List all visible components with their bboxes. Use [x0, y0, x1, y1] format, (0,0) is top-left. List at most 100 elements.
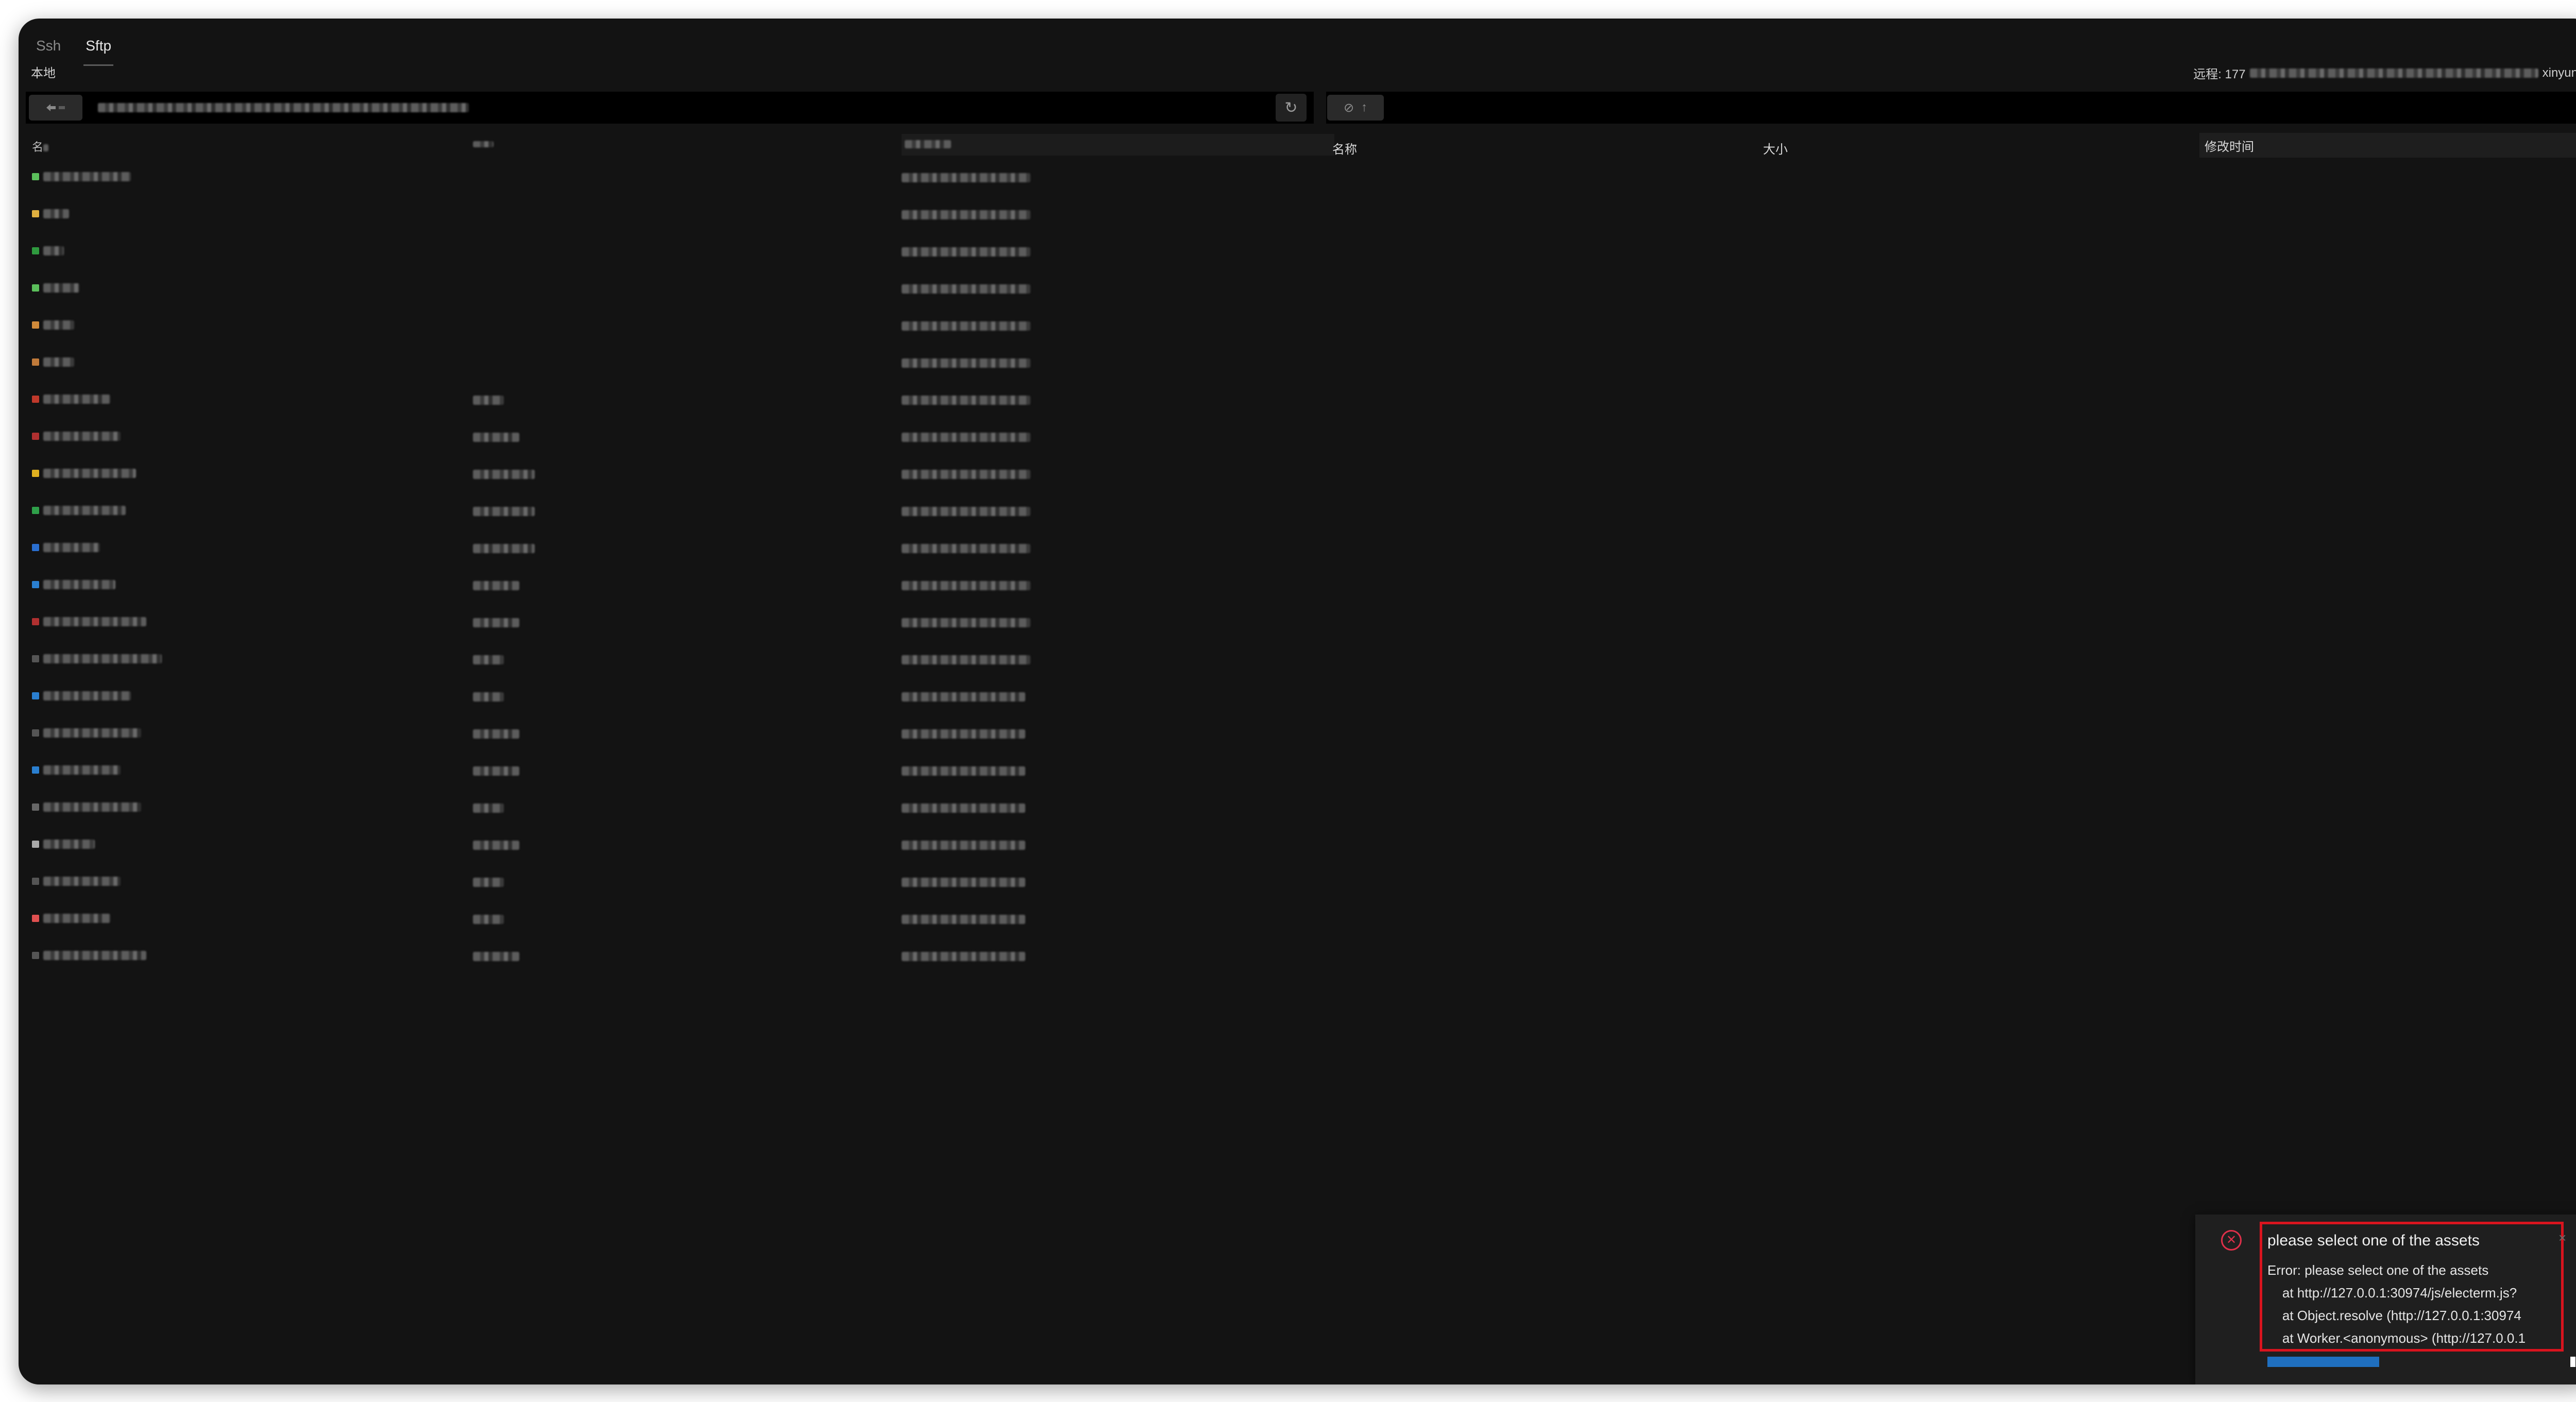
arrow-up-icon[interactable]: ↑: [1361, 100, 1367, 115]
local-col-name[interactable]: 名: [32, 138, 49, 155]
error-notification: ✕ please select one of the assets × Erro…: [2195, 1215, 2576, 1384]
table-row[interactable]: [31, 419, 1324, 456]
file-mtime-redacted: [902, 841, 1025, 850]
file-icon: [32, 692, 39, 699]
file-mtime-redacted: [902, 507, 1030, 516]
tab-sftp[interactable]: Sftp: [83, 23, 113, 69]
file-icon: [32, 766, 39, 774]
file-name-redacted: [43, 283, 79, 293]
file-mtime-redacted: [902, 173, 1030, 182]
table-row[interactable]: [31, 345, 1324, 382]
table-row[interactable]: [31, 456, 1324, 493]
local-table-header: 名: [31, 131, 1334, 160]
table-row[interactable]: [31, 493, 1324, 531]
notification-progress: [2267, 1357, 2561, 1367]
remote-host-prefix: 远程: 177: [2193, 67, 2246, 81]
eye-off-icon[interactable]: ⊘: [1344, 100, 1354, 115]
file-size-redacted: [473, 729, 519, 739]
table-row[interactable]: [31, 197, 1324, 234]
file-name-redacted: [43, 951, 146, 960]
table-row[interactable]: [31, 382, 1324, 419]
table-row[interactable]: [31, 568, 1324, 605]
file-name-redacted: [43, 543, 100, 552]
file-mtime-redacted: [902, 878, 1025, 887]
file-size-redacted: [473, 396, 504, 405]
file-mtime-redacted: [902, 915, 1025, 924]
table-row[interactable]: [31, 753, 1324, 790]
table-row[interactable]: [31, 864, 1324, 901]
remote-col-name[interactable]: 名称: [1332, 139, 1357, 157]
local-path-input[interactable]: [98, 103, 469, 112]
local-col-size[interactable]: [473, 141, 494, 147]
file-name-redacted: [43, 172, 131, 181]
file-icon: [32, 655, 39, 662]
notification-title: please select one of the assets: [2267, 1232, 2480, 1249]
remote-col-size[interactable]: 大小: [1763, 139, 1788, 157]
local-refresh-button[interactable]: ↻: [1276, 94, 1307, 122]
table-row[interactable]: [31, 790, 1324, 827]
file-name-redacted: [43, 728, 141, 738]
file-size-redacted: [473, 470, 535, 479]
table-row[interactable]: [31, 642, 1324, 679]
file-name-redacted: [43, 246, 64, 255]
file-mtime-redacted: [902, 396, 1030, 405]
local-col-mtime[interactable]: [902, 134, 1334, 156]
file-size-redacted: [473, 915, 504, 924]
file-name-redacted: [43, 395, 110, 404]
file-icon: [32, 878, 39, 885]
file-name-redacted: [43, 357, 74, 367]
file-mtime-redacted: [902, 655, 1030, 664]
table-row[interactable]: [31, 605, 1324, 642]
file-mtime-redacted: [902, 729, 1025, 739]
table-row[interactable]: [31, 271, 1324, 308]
table-row[interactable]: [31, 938, 1324, 976]
table-row[interactable]: [31, 827, 1324, 864]
file-mtime-redacted: [902, 284, 1030, 294]
file-name-redacted: [43, 617, 146, 626]
table-row[interactable]: [31, 160, 1324, 197]
file-name-redacted: [43, 691, 131, 700]
table-row[interactable]: [31, 531, 1324, 568]
file-icon: [32, 841, 39, 848]
file-icon: [32, 507, 39, 514]
table-row[interactable]: [31, 679, 1324, 716]
local-history-button[interactable]: [29, 95, 82, 121]
file-mtime-redacted: [902, 766, 1025, 776]
file-icon: [32, 952, 39, 959]
file-mtime-redacted: [902, 544, 1030, 553]
file-mtime-redacted: [902, 581, 1030, 590]
table-row[interactable]: [31, 308, 1324, 345]
table-row[interactable]: [31, 716, 1324, 753]
file-name-redacted: [43, 914, 110, 923]
close-icon[interactable]: ×: [2558, 1230, 2566, 1246]
file-mtime-redacted: [902, 321, 1030, 331]
local-path-bar: [26, 92, 1314, 124]
file-mtime-redacted: [902, 247, 1030, 257]
tab-bar: Ssh Sftp: [34, 23, 113, 69]
file-size-redacted: [473, 433, 519, 442]
folder-icon: [32, 358, 39, 366]
file-name-redacted: [43, 877, 121, 886]
file-size-redacted: [473, 692, 504, 702]
file-mtime-redacted: [902, 433, 1030, 442]
file-name-redacted: [43, 469, 136, 478]
remote-nav-buttons[interactable]: ⊘ ↑: [1327, 95, 1384, 121]
file-icon: [32, 433, 39, 440]
progress-fill: [2267, 1357, 2379, 1367]
file-icon: [32, 618, 39, 625]
remote-table-header: 名称 大小 修改时间: [1326, 131, 2576, 162]
table-row[interactable]: [31, 234, 1324, 271]
refresh-icon: ↻: [1284, 99, 1298, 116]
table-row[interactable]: [31, 901, 1324, 938]
folder-icon: [32, 247, 39, 254]
tab-ssh[interactable]: Ssh: [34, 23, 63, 69]
remote-col-mtime[interactable]: 修改时间: [2199, 133, 2576, 158]
remote-host-suffix: xinyun.co: [2542, 65, 2576, 80]
file-icon: [32, 544, 39, 551]
folder-icon: [32, 210, 39, 217]
file-icon: [32, 729, 39, 737]
scrollbar-thumb[interactable]: [2570, 1357, 2575, 1367]
file-icon: [32, 470, 39, 477]
file-name-redacted: [43, 320, 74, 330]
remote-path-bar: ⊘ ↑: [1326, 92, 2576, 124]
